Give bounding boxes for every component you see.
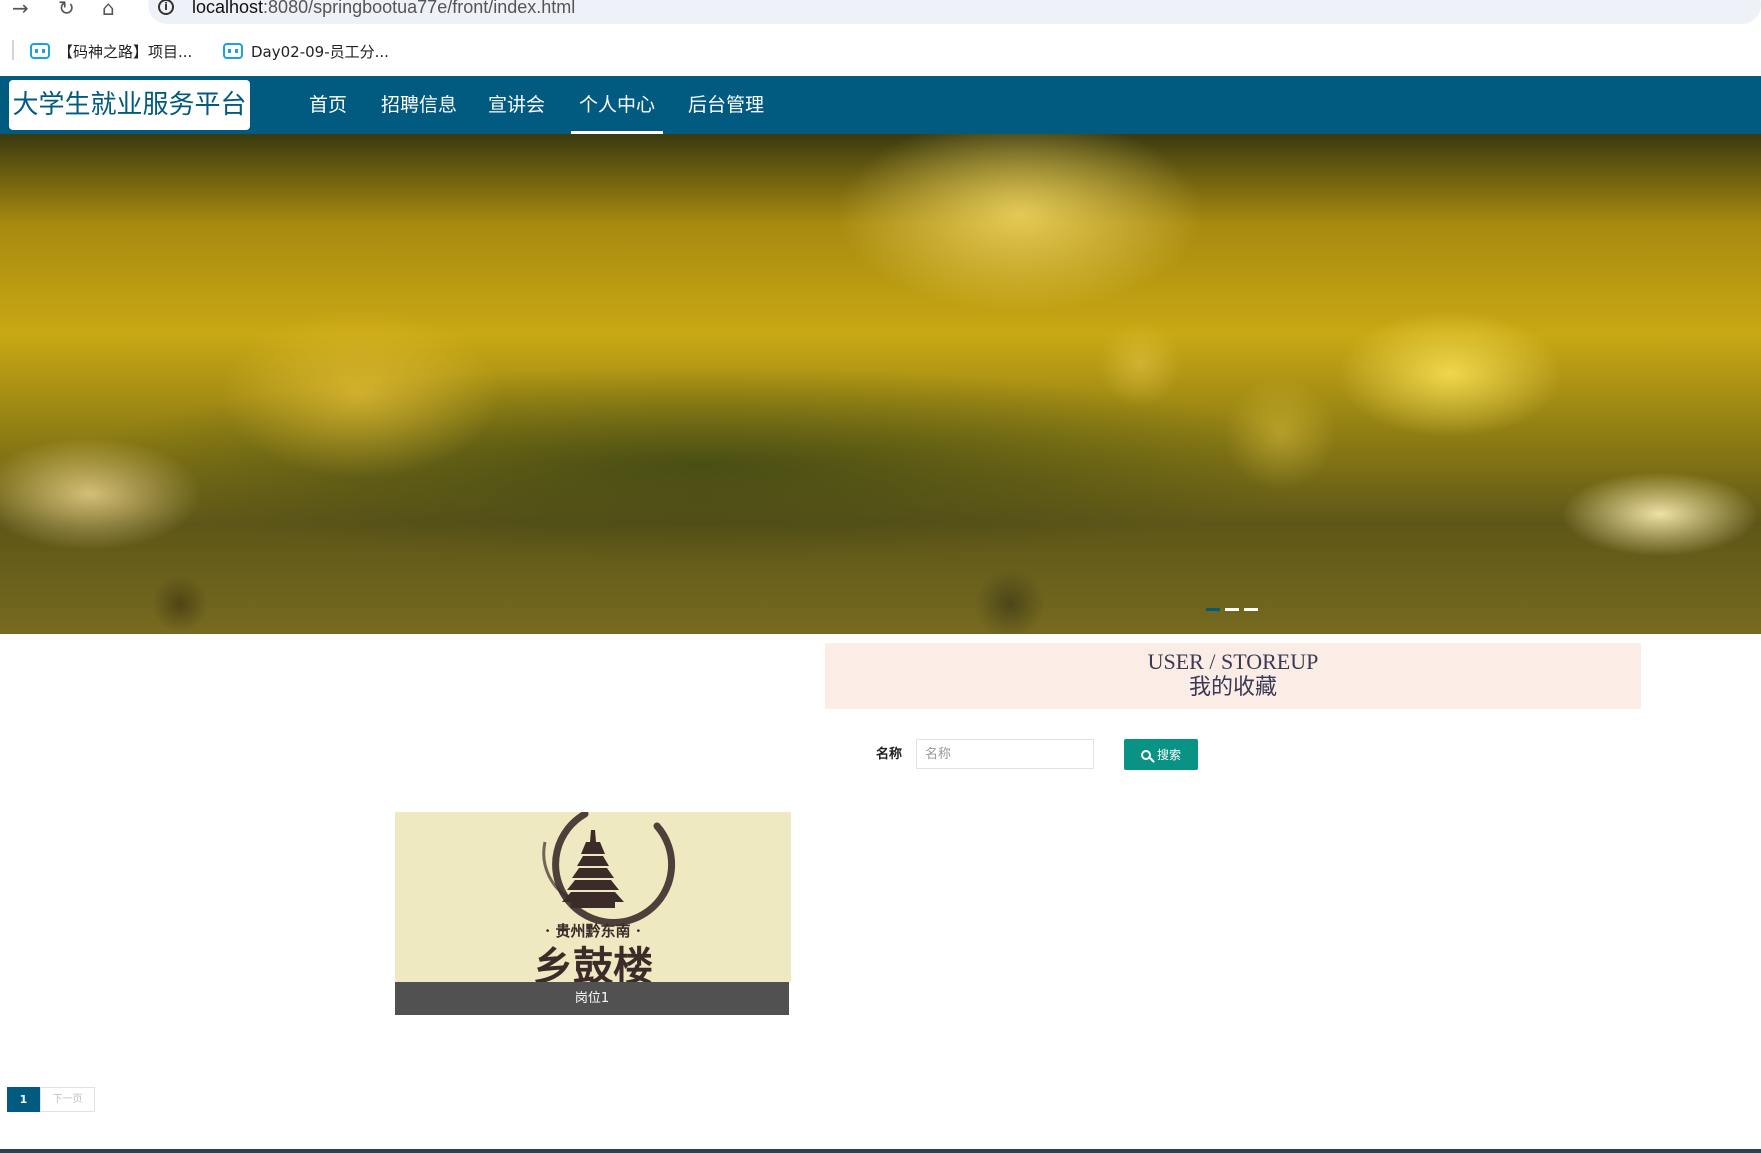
banner-carousel[interactable] (0, 134, 1761, 634)
favorite-card[interactable]: · 贵州黔东南 · 乡鼓楼 岗位1 (395, 812, 791, 1015)
url-path: :8080/springbootua77e/front/index.html (263, 0, 576, 17)
card-title[interactable]: 岗位1 (395, 982, 789, 1015)
address-bar[interactable]: i localhost:8080/springbootua77e/front/i… (148, 0, 1761, 24)
next-page-button[interactable]: 下一页 (40, 1087, 95, 1112)
search-input[interactable] (916, 739, 1094, 769)
carousel-dot[interactable] (1225, 608, 1239, 611)
bookmark-label: Day02-09-员工分... (251, 42, 389, 61)
bottom-border (0, 1149, 1761, 1153)
home-icon[interactable]: ⌂ (102, 0, 115, 20)
carousel-dot[interactable] (1206, 608, 1220, 611)
card-image-title: 乡鼓楼 (533, 943, 653, 982)
bilibili-icon (30, 43, 50, 59)
carousel-dot[interactable] (1244, 608, 1258, 611)
section-title-cn: 我的收藏 (1188, 675, 1277, 700)
bookmark-label: 【码神之路】项目... (58, 42, 193, 61)
bookmarks-bar: 【码神之路】项目... Day02-09-员工分... (0, 30, 1761, 72)
section-title-en: USER / STOREUP (1147, 649, 1319, 674)
nav-presentations[interactable]: 宣讲会 (488, 76, 545, 134)
card-image: · 贵州黔东南 · 乡鼓楼 (395, 812, 791, 982)
bookmark-item[interactable]: 【码神之路】项目... (30, 39, 192, 63)
bookmark-item[interactable]: Day02-09-员工分... (223, 39, 389, 63)
nav-personal-center[interactable]: 个人中心 (571, 76, 663, 134)
url-host: localhost (192, 0, 264, 17)
nav-recruitment[interactable]: 招聘信息 (381, 76, 457, 134)
nav-admin[interactable]: 后台管理 (688, 76, 764, 134)
banner-image (0, 134, 1761, 634)
reload-icon[interactable]: ↻ (58, 0, 75, 20)
forward-icon[interactable]: → (12, 0, 29, 20)
drum-tower-illustration: · 贵州黔东南 · 乡鼓楼 (395, 812, 791, 982)
search-button[interactable]: 搜索 (1124, 739, 1198, 770)
site-logo[interactable]: 大学生就业服务平台 (9, 80, 250, 130)
page-number-current[interactable]: 1 (7, 1087, 40, 1112)
url-text: localhost:8080/springbootua77e/front/ind… (192, 0, 575, 18)
card-image-subtitle: · 贵州黔东南 · (545, 922, 641, 940)
section-title: USER / STOREUP 我的收藏 (825, 643, 1641, 709)
site-header: 大学生就业服务平台 首页 招聘信息 宣讲会 个人中心 后台管理 (0, 76, 1761, 134)
browser-toolbar: → ↻ ⌂ i localhost:8080/springbootua77e/f… (0, 0, 1761, 24)
site-info-icon[interactable]: i (158, 0, 174, 15)
search-button-label: 搜索 (1156, 748, 1181, 762)
search-icon (1140, 749, 1151, 760)
nav-home[interactable]: 首页 (309, 76, 347, 134)
bookmarks-separator (12, 40, 14, 60)
bilibili-icon (223, 43, 243, 59)
search-label: 名称 (876, 747, 903, 762)
